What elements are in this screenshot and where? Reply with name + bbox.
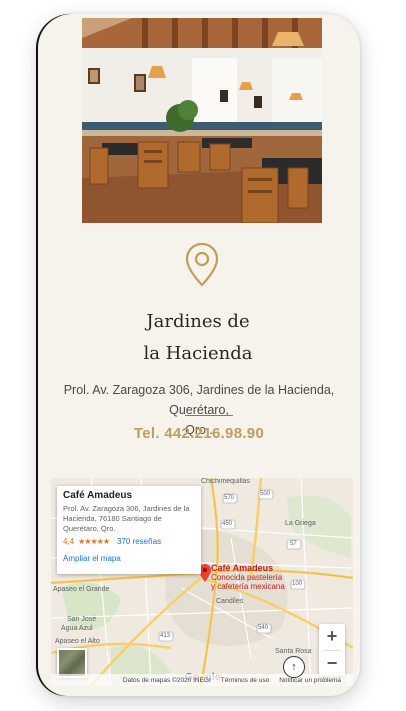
restaurant-interior-image <box>82 18 322 223</box>
venue-title: Jardines de la Hacienda <box>78 306 318 370</box>
place-candiles: Candiles <box>216 598 244 605</box>
location-pin-icon <box>185 242 219 287</box>
route-100: 100 <box>292 581 303 587</box>
place-san-jose: San José <box>67 616 97 623</box>
zoom-in-button[interactable]: + <box>319 624 345 650</box>
embedded-map[interactable]: Chichimequillas La Griega Candiles Apase… <box>51 478 353 686</box>
marker-title: Café Amadeus <box>211 563 274 573</box>
route-500: 500 <box>260 491 271 497</box>
place-card-address: Prol. Av. Zaragoza 306, Jardines de la H… <box>63 504 190 533</box>
restaurant-photo <box>82 18 322 223</box>
report-problem-link[interactable]: Notificar un problema <box>279 677 341 684</box>
address-line1: Prol. Av. Zaragoza 306, Jardines de la H… <box>63 383 335 417</box>
route-540: 540 <box>258 625 269 631</box>
venue-title-line2: la Hacienda <box>143 343 253 364</box>
route-450: 450 <box>222 521 233 527</box>
route-413: 413 <box>160 633 171 639</box>
enlarge-map-link[interactable]: Ampliar el mapa <box>63 554 195 563</box>
address-underline <box>185 415 233 416</box>
place-apaseo-alto: Apaseo el Alto <box>55 638 100 645</box>
rating-value: 4,4 <box>63 537 75 546</box>
zoom-control: + − <box>319 624 345 676</box>
reviews-link[interactable]: 370 reseñas <box>117 537 161 546</box>
map-marker-label[interactable]: Café Amadeus Conocida pastelería y cafet… <box>211 563 285 592</box>
place-info-card: Café Amadeus Prol. Av. Zaragoza 306, Jar… <box>57 486 201 574</box>
marker-subtitle-1: Conocida pastelería <box>211 573 283 582</box>
route-57: 57 <box>290 541 297 547</box>
scroll-to-top-button[interactable]: ↑ <box>283 656 305 678</box>
place-agua-azul: Agua Azul <box>61 625 93 632</box>
place-card-rating: 4,4 ★★★★★ 370 reseñas <box>63 537 195 546</box>
place-la-griega: La Griega <box>285 520 316 527</box>
rating-stars-icon: ★★★★★ <box>78 537 110 546</box>
marker-subtitle-2: y cafetería mexicana <box>211 582 285 591</box>
terms-link[interactable]: Términos de uso <box>221 677 269 684</box>
place-santa-rosa: Santa Rosa <box>275 648 312 655</box>
place-apaseo-grande: Apaseo el Grande <box>53 586 110 593</box>
venue-title-line1: Jardines de <box>146 311 250 332</box>
phone-frame: Jardines de la Hacienda Prol. Av. Zarago… <box>38 14 360 696</box>
route-570: 570 <box>224 495 235 501</box>
map-data-credit: Datos de mapas ©2020 INEGI <box>122 676 211 684</box>
place-chichimequillas: Chichimequillas <box>201 478 251 485</box>
phone-link[interactable]: Tel. 442.216.98.90 <box>58 425 340 442</box>
map-attribution: Datos de mapas ©2020 INEGI Términos de u… <box>51 674 353 686</box>
place-card-title: Café Amadeus <box>63 490 133 501</box>
